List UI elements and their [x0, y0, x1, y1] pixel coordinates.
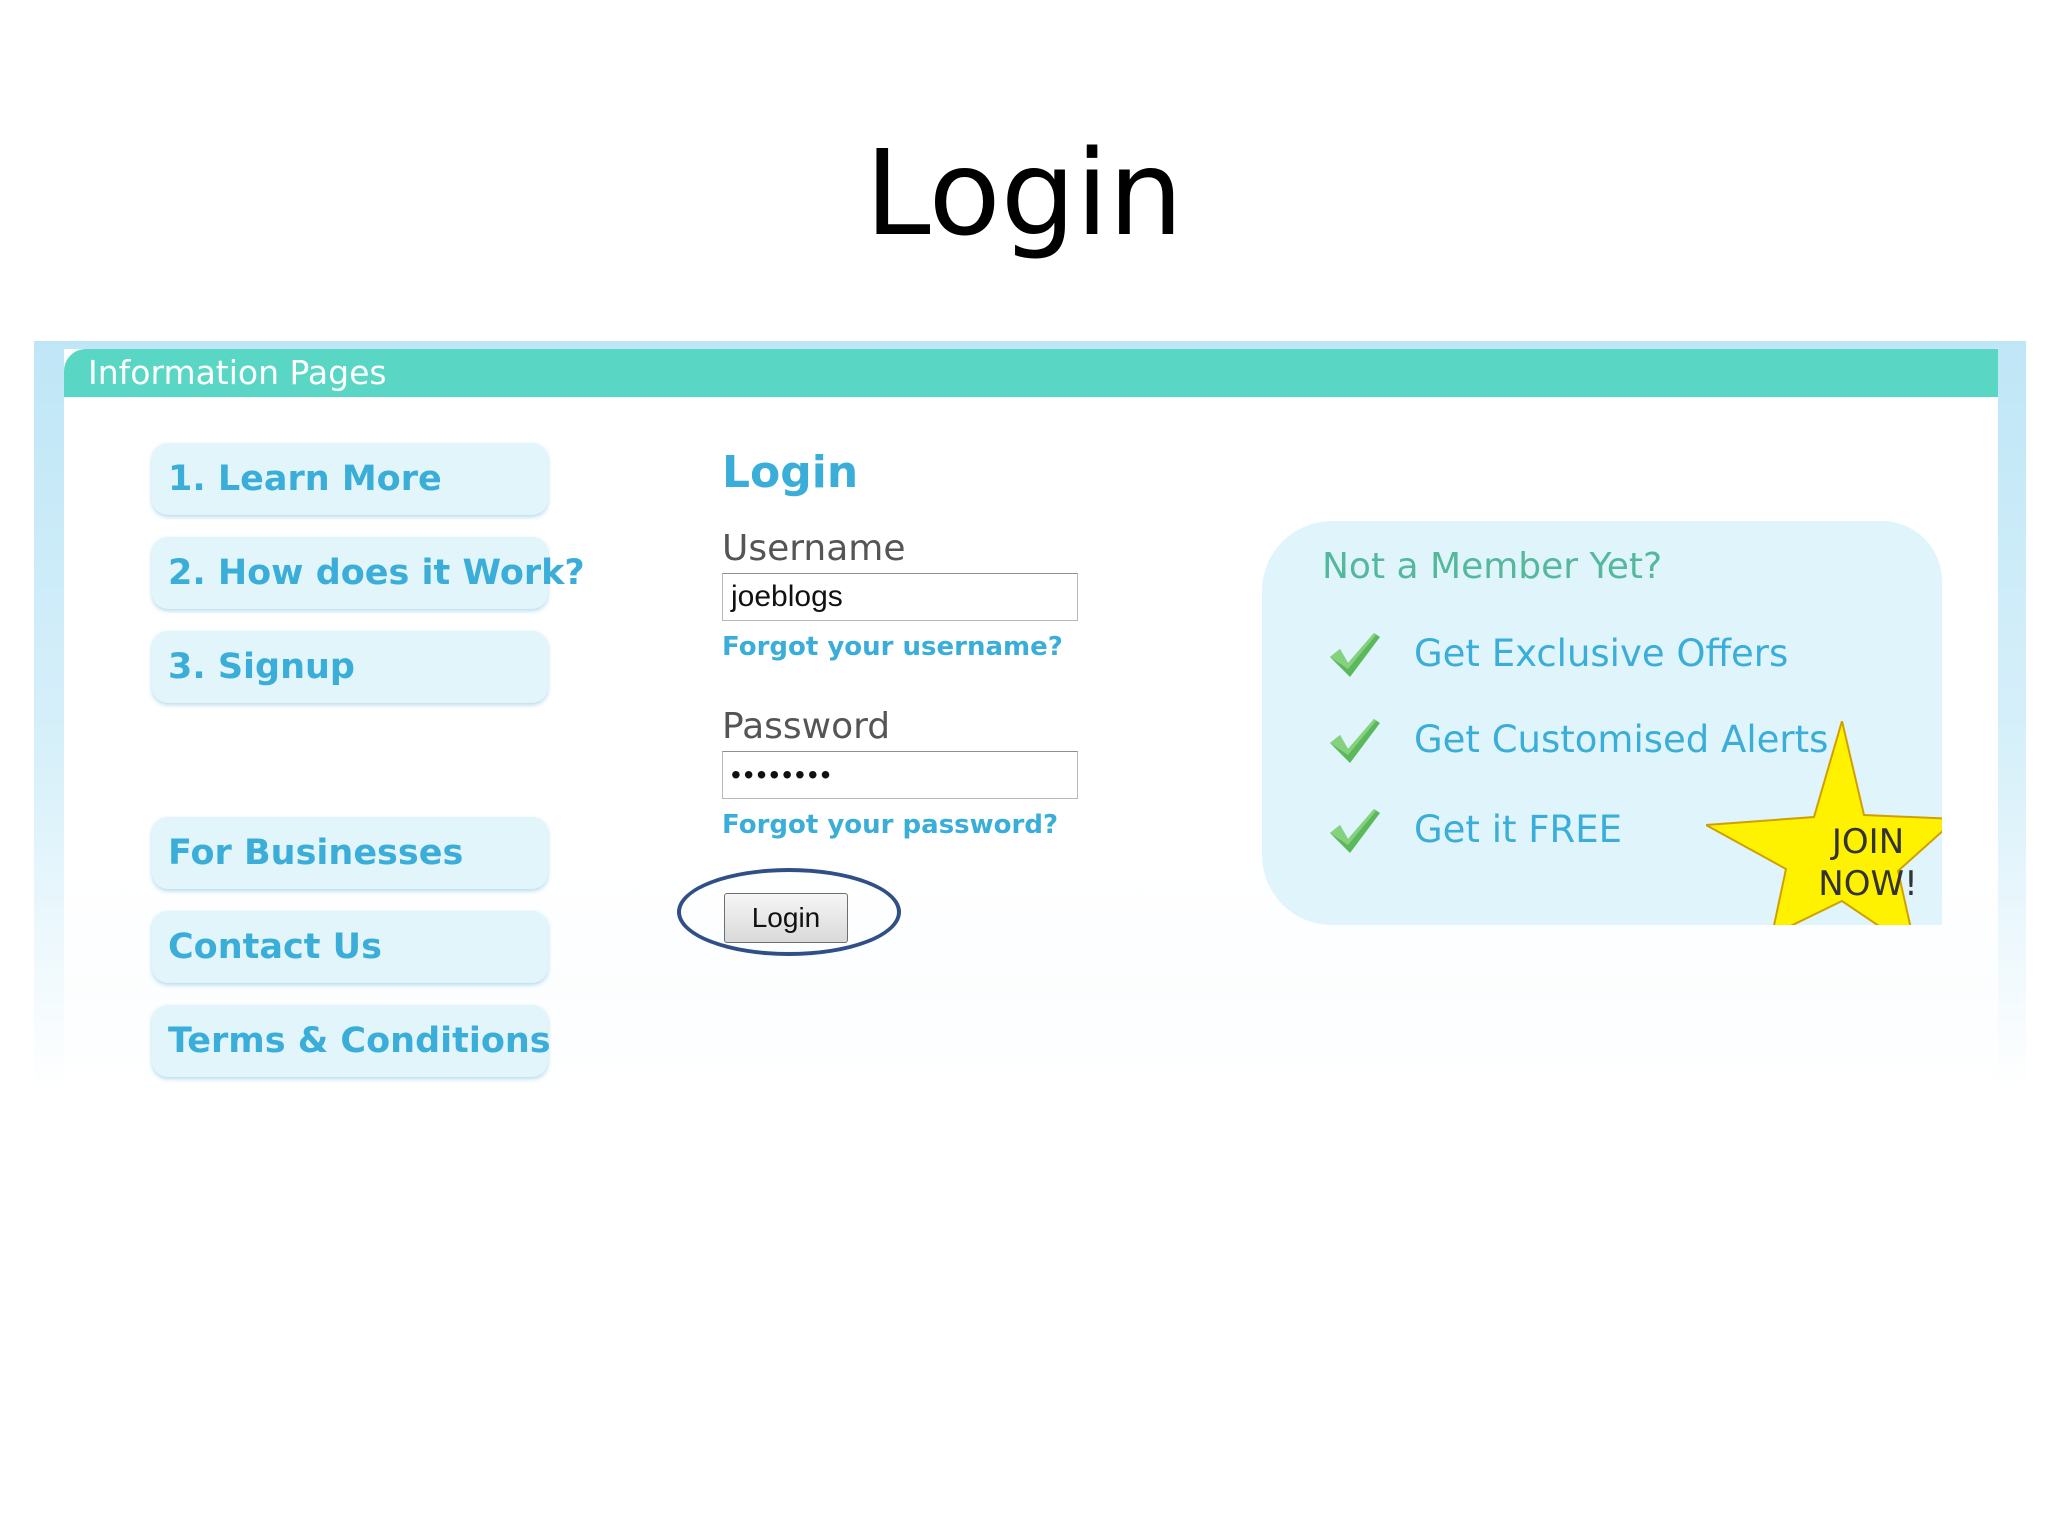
website-screenshot: Information Pages 1. Learn More 2. How d… [34, 341, 2026, 1091]
sidebar-item-signup[interactable]: 3. Signup [152, 631, 548, 703]
join-now-label: JOIN NOW! [1818, 822, 1918, 904]
sidebar-item-how-it-works[interactable]: 2. How does it Work? [152, 537, 585, 609]
password-input[interactable]: •••••••• [722, 751, 1078, 799]
info-pages-bar: Information Pages [64, 349, 1998, 397]
benefit-label: Get it FREE [1414, 808, 1622, 851]
info-pages-title: Information Pages [88, 353, 387, 392]
forgot-password-link[interactable]: Forgot your password? [722, 809, 1058, 841]
login-button[interactable]: Login [724, 893, 848, 943]
password-label: Password [722, 706, 891, 747]
promo-heading: Not a Member Yet? [1322, 546, 1663, 587]
sidebar-item-terms[interactable]: Terms & Conditions [152, 1005, 551, 1077]
slide-title: Login [864, 124, 1184, 262]
username-input[interactable]: joeblogs [722, 573, 1078, 621]
checkmark-icon [1330, 719, 1380, 763]
checkmark-icon [1330, 633, 1380, 677]
sidebar-item-contact-us[interactable]: Contact Us [152, 911, 548, 983]
membership-promo: Not a Member Yet? Get Exclusive Offers G… [1262, 521, 1942, 925]
sidebar-item-for-businesses[interactable]: For Businesses [152, 817, 548, 889]
login-heading: Login [722, 447, 859, 498]
page-content: Information Pages 1. Learn More 2. How d… [64, 349, 1998, 1091]
benefit-label: Get Exclusive Offers [1414, 632, 1789, 675]
join-now-button[interactable]: JOIN NOW! [1706, 721, 1942, 925]
username-label: Username [722, 528, 906, 569]
checkmark-icon [1330, 809, 1380, 853]
benefit-item: Get Exclusive Offers [1326, 625, 1846, 685]
forgot-username-link[interactable]: Forgot your username? [722, 631, 1063, 663]
sidebar-item-learn-more[interactable]: 1. Learn More [152, 443, 548, 515]
